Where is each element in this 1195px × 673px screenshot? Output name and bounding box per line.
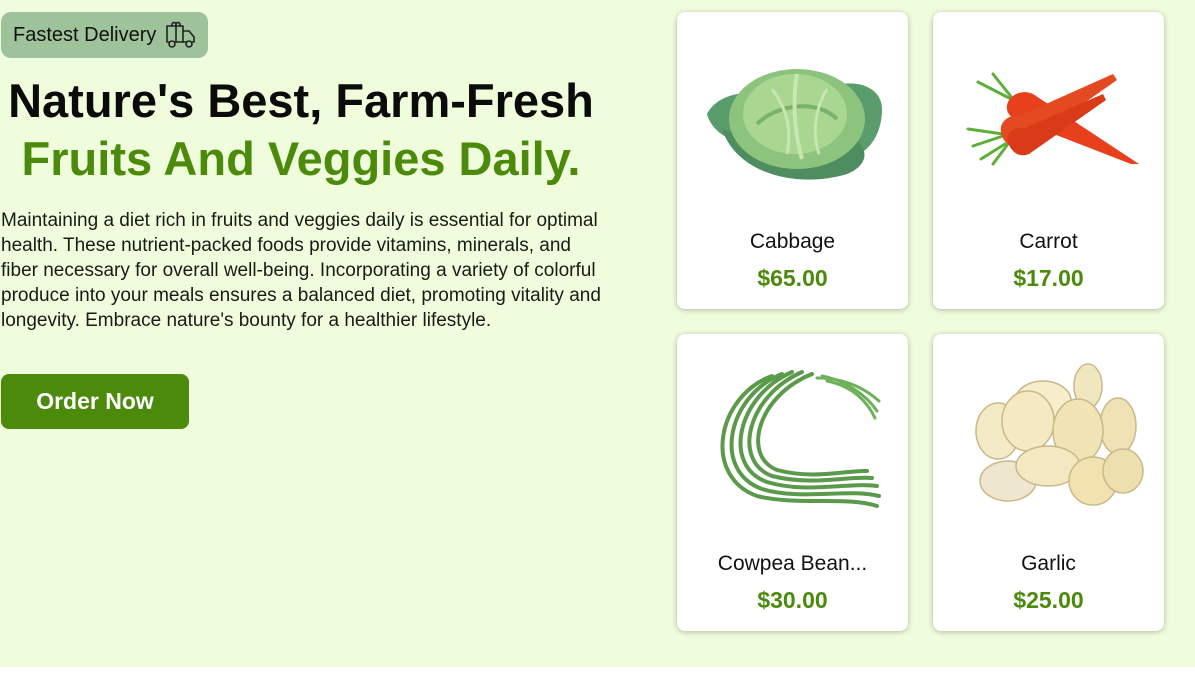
hero-description: Maintaining a diet rich in fruits and ve… bbox=[1, 210, 601, 331]
product-price: $17.00 bbox=[1013, 265, 1084, 291]
product-name: Carrot bbox=[1019, 230, 1078, 253]
badge-label: Fastest Delivery bbox=[13, 23, 157, 46]
truck-icon bbox=[165, 20, 197, 50]
order-now-button[interactable]: Order Now bbox=[1, 374, 189, 429]
product-name: Cabbage bbox=[749, 230, 836, 253]
garlic-image bbox=[953, 356, 1144, 516]
product-price: $30.00 bbox=[757, 587, 828, 613]
title-line-2: Fruits And Veggies Daily. bbox=[21, 132, 581, 185]
product-card-garlic[interactable]: Garlic $25.00 bbox=[933, 334, 1164, 631]
product-name: Garlic bbox=[1021, 552, 1076, 575]
delivery-badge: Fastest Delivery bbox=[1, 12, 208, 58]
hero-section: Fastest Delivery Nature's Best, Farm-Fre… bbox=[0, 0, 1195, 667]
page-title: Nature's Best, Farm-Fresh Fruits And Veg… bbox=[1, 72, 601, 188]
product-price: $25.00 bbox=[1013, 587, 1084, 613]
product-name: Cowpea Bean... bbox=[717, 552, 868, 575]
product-price: $65.00 bbox=[757, 265, 828, 291]
product-card-carrot[interactable]: Carrot $17.00 bbox=[933, 12, 1164, 309]
cabbage-image bbox=[697, 34, 888, 194]
product-card-cowpea-bean[interactable]: Cowpea Bean... $30.00 bbox=[677, 334, 908, 631]
cowpea-bean-image bbox=[697, 356, 888, 516]
carrot-image bbox=[953, 34, 1144, 194]
title-line-1: Nature's Best, Farm-Fresh bbox=[8, 74, 594, 127]
product-card-cabbage[interactable]: Cabbage $65.00 bbox=[677, 12, 908, 309]
